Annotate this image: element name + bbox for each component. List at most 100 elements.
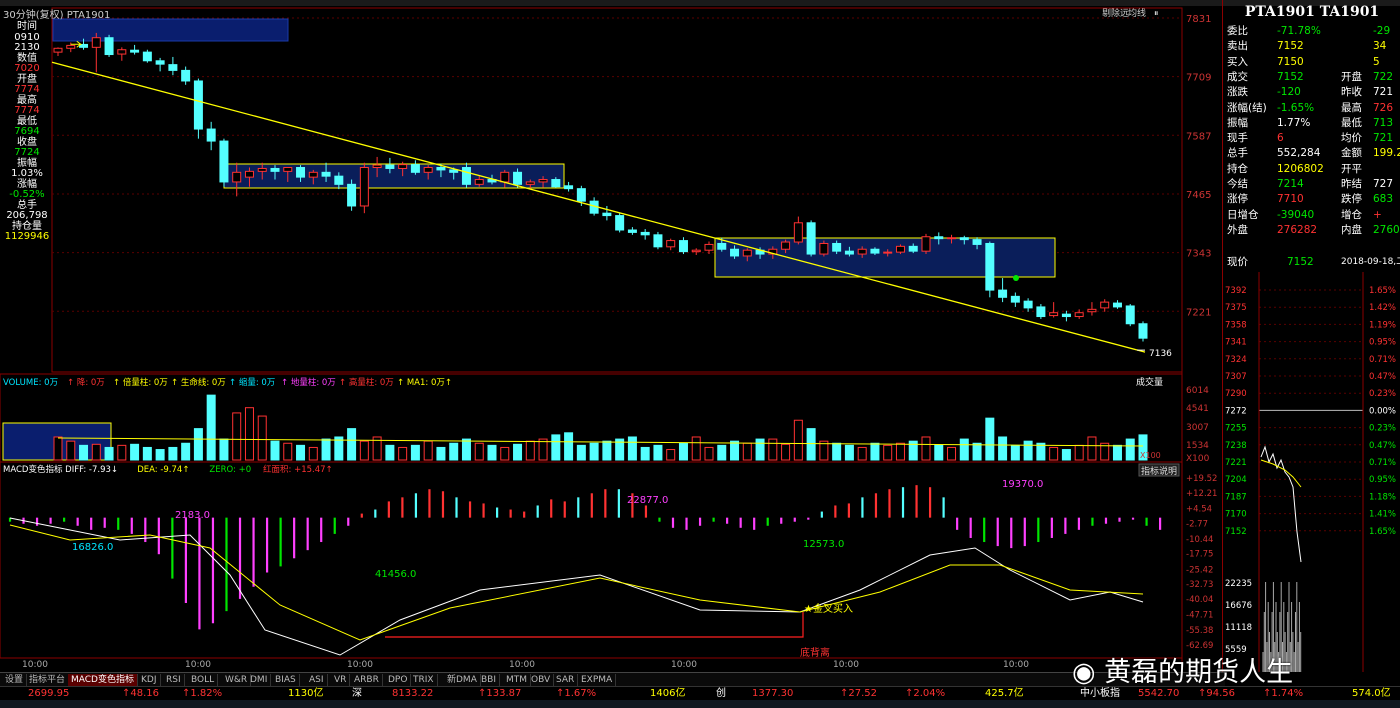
indicator-tab[interactable]: 设置 <box>2 674 28 686</box>
indicator-tab[interactable]: VR <box>331 674 351 686</box>
candle-body <box>334 175 344 185</box>
now-price-value: 7152 <box>1287 256 1314 268</box>
volume-legend-item: ↑ 生命线: 0万 <box>171 377 226 388</box>
quote-cell: 昨结 <box>1341 178 1362 190</box>
candle-body <box>206 128 216 142</box>
candle-body <box>347 183 357 207</box>
volume-bar <box>602 440 612 461</box>
volume-bar <box>1049 446 1059 461</box>
indicator-tab[interactable]: DPO <box>385 674 412 686</box>
trend-line <box>51 61 1146 353</box>
candle-body <box>678 240 688 253</box>
indicator-tab[interactable]: ARBR <box>351 674 383 686</box>
volume-bar <box>142 446 152 461</box>
quote-cell: 276282 <box>1277 223 1318 236</box>
indicator-tab[interactable]: 指标平台 <box>26 674 70 686</box>
indicator-tab[interactable]: KDJ <box>138 674 161 686</box>
candle-body <box>423 167 433 173</box>
quote-cell: 1206802 <box>1277 162 1324 175</box>
indicator-tab[interactable]: EXPMA <box>578 674 617 686</box>
candle-body <box>576 188 586 202</box>
volume-bar <box>947 446 957 461</box>
indicator-tab[interactable]: BOLL <box>188 674 219 686</box>
candle-body <box>921 236 931 252</box>
status-item: 1377.30 <box>752 688 794 699</box>
volume-bar <box>1087 436 1097 461</box>
indicator-tab[interactable]: SAR <box>553 674 579 686</box>
divergence-marker <box>385 612 804 638</box>
volume-bar <box>270 440 280 461</box>
quote-cell: 199.2 <box>1373 147 1400 160</box>
indicator-tab[interactable]: RSI <box>163 674 185 686</box>
mini-price-tick: 7170 <box>1225 510 1247 520</box>
indicator-tab[interactable]: 新DMA <box>444 674 481 686</box>
chart-toolbar-label: 均线 <box>1128 7 1146 19</box>
quote-row: 外盘 276282 内盘 27600 <box>1225 223 1400 238</box>
price-axis-tick: 7831 <box>1186 14 1211 25</box>
status-item: ↑48.16 <box>122 688 160 699</box>
indicator-tab[interactable]: BBI <box>478 674 501 686</box>
quote-row: 卖出 7152 34 <box>1225 39 1400 54</box>
quote-cell: 683 <box>1373 193 1394 206</box>
volume-bar <box>768 438 778 461</box>
quote-cell: + <box>1373 208 1382 221</box>
volume-axis-tick: 1534 <box>1186 441 1209 451</box>
chart-toolbar-label: 剔除远 <box>1102 7 1129 19</box>
indicator-tab[interactable]: MTM <box>503 674 532 686</box>
candle-body <box>168 64 178 71</box>
mini-pct-tick: 1.65% <box>1369 286 1396 296</box>
intraday-mini-chart[interactable]: 7392 1.65% 7375 1.42% 7358 1.19% 7341 0.95% 7324… <box>1223 272 1400 672</box>
quote-cell: 卖出 <box>1227 40 1248 53</box>
macd-axis-tick: -25.42 <box>1186 565 1213 575</box>
volume-bar <box>53 436 63 461</box>
quote-cell: 昨收 <box>1341 86 1362 99</box>
macd-annotation: 41456.0 <box>375 569 416 580</box>
mini-price-tick: 7324 <box>1225 355 1247 365</box>
indicator-tab[interactable]: BIAS <box>272 674 300 686</box>
status-item: ↑1.67% <box>556 688 597 699</box>
status-item: 2699.95 <box>28 688 70 699</box>
quote-cell: -39040 <box>1277 208 1315 221</box>
status-item: 1130亿 <box>288 688 324 699</box>
quote-cell: 727 <box>1373 178 1394 190</box>
quote-cell: 7710 <box>1277 193 1304 206</box>
volume-legend-item: ↑ MA1: 0万↑ <box>397 378 452 388</box>
candle-body <box>1112 302 1122 308</box>
volume-bar <box>449 442 459 461</box>
chart-toolbar-label: ⏸ <box>1154 9 1159 19</box>
candle-body <box>142 51 152 62</box>
indicator-tab[interactable]: OBV <box>528 674 555 686</box>
quote-cell: 内盘 <box>1341 223 1362 236</box>
volume-bar <box>755 438 765 461</box>
volume-bar <box>410 444 420 461</box>
now-price-row: 现价 7152 2018-09-18,二 <box>1225 255 1400 270</box>
volume-bar <box>385 444 395 461</box>
quote-cell: 振幅 <box>1227 116 1248 129</box>
mini-pct-tick: 0.23% <box>1369 424 1396 434</box>
volume-bar <box>168 446 178 461</box>
info-panel-row: -0.52% <box>9 189 45 200</box>
watermark-text: 黄磊的期货人生 <box>1104 657 1294 688</box>
volume-bar <box>155 449 165 461</box>
quote-cell: 713 <box>1373 116 1394 129</box>
quote-cell: 7214 <box>1277 178 1304 190</box>
indicator-tab[interactable]: DMI <box>247 674 272 686</box>
candle-body <box>666 240 676 248</box>
volume-axis-tick: 3007 <box>1186 423 1209 433</box>
indicator-tab[interactable]: ASI <box>306 674 328 686</box>
indicator-tab[interactable]: TRIX <box>410 674 438 686</box>
quote-cell: 726 <box>1373 101 1394 114</box>
indicator-tab[interactable]: MACD变色指标 <box>68 674 138 686</box>
candle-body <box>602 212 612 217</box>
candle-body <box>449 169 459 173</box>
info-panel-row: 1.03% <box>11 168 43 179</box>
candle-body <box>895 245 905 253</box>
quote-cell: 买入 <box>1227 55 1248 68</box>
chart-canvas[interactable]: 7831 7709 7587 7465 7343 7221 剔除远均线 ⏸ 7136 10:00 1… <box>0 0 1222 672</box>
volume-bar <box>232 412 242 461</box>
volume-legend-item: ↑ 地量柱: 0万 <box>281 377 336 388</box>
quote-cell: 7152 <box>1277 40 1304 53</box>
macd-axis-tick: -10.44 <box>1186 535 1213 545</box>
candle-body <box>219 140 229 183</box>
candle-body <box>781 241 791 250</box>
